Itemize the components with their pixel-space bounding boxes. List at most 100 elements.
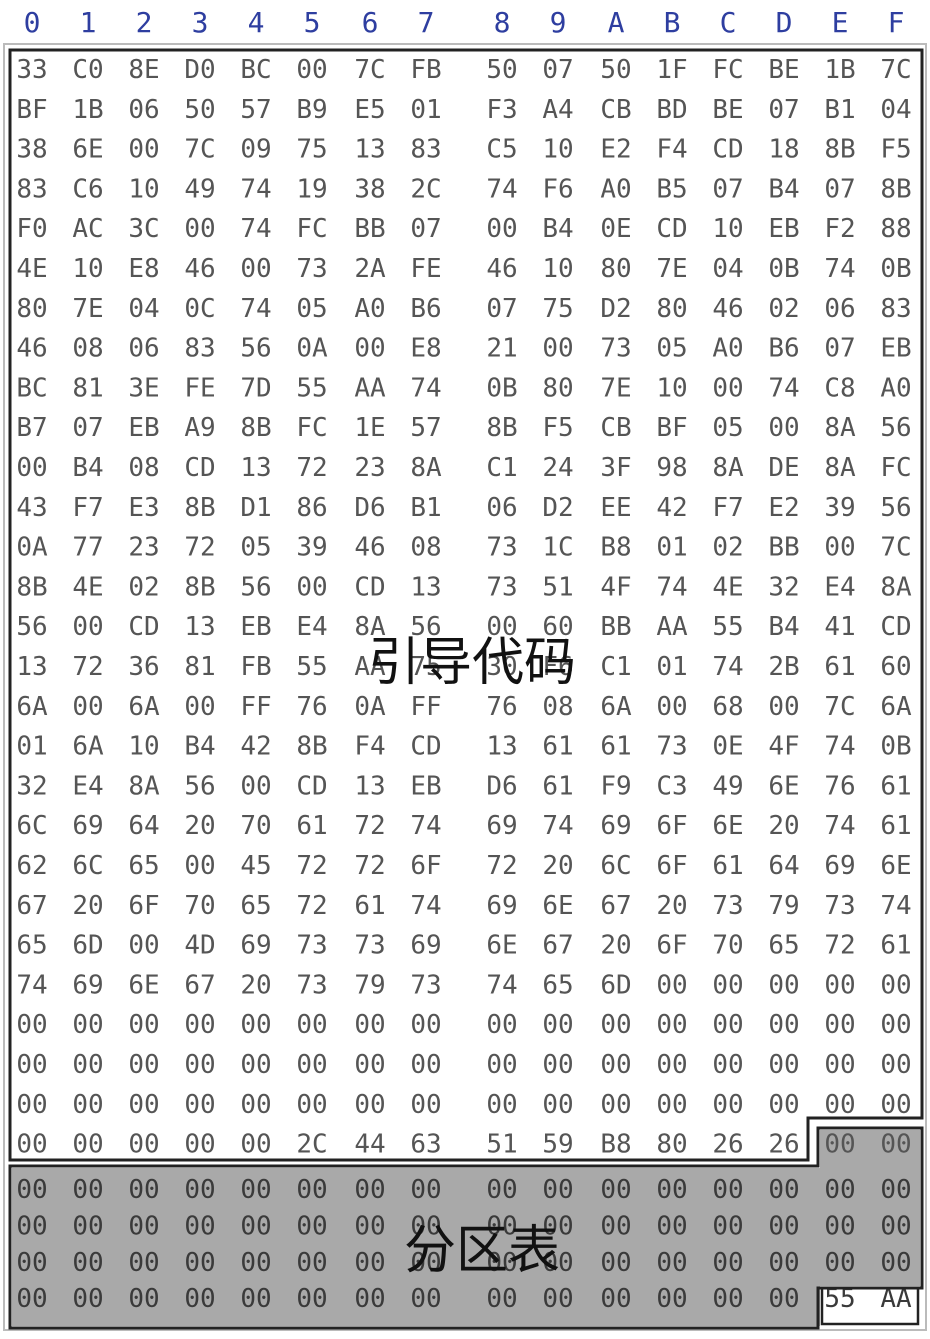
- col-header-5: 5: [304, 6, 321, 39]
- hex-byte: 4E: [712, 572, 743, 602]
- hex-byte: 79: [354, 970, 385, 1000]
- hex-byte: 20: [72, 891, 103, 921]
- hex-byte: 00: [768, 1248, 799, 1278]
- hex-byte: B4: [72, 453, 103, 483]
- hex-byte: 65: [128, 851, 159, 881]
- hex-byte: 13: [410, 572, 441, 602]
- hex-byte: 07: [542, 55, 573, 85]
- hex-byte: DE: [768, 453, 799, 483]
- hex-byte: 00: [128, 1284, 159, 1314]
- hex-byte: 50: [486, 55, 517, 85]
- hex-byte: 0B: [880, 732, 911, 762]
- hex-byte: D2: [600, 294, 631, 324]
- col-header-2: 2: [136, 6, 153, 39]
- hex-byte: F0: [16, 214, 47, 244]
- hex-byte: 6F: [656, 811, 687, 841]
- hex-byte: 56: [16, 612, 47, 642]
- hex-byte: 20: [240, 970, 271, 1000]
- boot-code-label: 引导代码: [368, 633, 576, 693]
- hex-byte: A0: [600, 174, 631, 204]
- hex-byte: 20: [184, 811, 215, 841]
- hex-byte: 00: [128, 1175, 159, 1205]
- hex-byte: 74: [824, 811, 855, 841]
- hex-byte: 10: [128, 732, 159, 762]
- hex-byte: 61: [600, 732, 631, 762]
- col-header-c: C: [720, 6, 737, 39]
- hex-byte: 69: [600, 811, 631, 841]
- hex-byte: 00: [296, 1090, 327, 1120]
- hex-byte: 59: [542, 1130, 573, 1160]
- hex-byte: 10: [542, 135, 573, 165]
- hex-byte: 00: [296, 1175, 327, 1205]
- hex-byte: 74: [656, 572, 687, 602]
- hex-byte: 72: [72, 652, 103, 682]
- hex-byte: 04: [712, 254, 743, 284]
- hex-byte: 00: [240, 1130, 271, 1160]
- hex-byte: 56: [240, 334, 271, 364]
- hex-byte: 02: [712, 533, 743, 563]
- hex-byte: 00: [296, 1284, 327, 1314]
- hex-byte: 70: [240, 811, 271, 841]
- hex-byte: 08: [128, 453, 159, 483]
- hex-byte: 00: [712, 1211, 743, 1241]
- hex-byte: FF: [240, 692, 271, 722]
- hex-byte: 4F: [600, 572, 631, 602]
- hex-byte: 00: [72, 612, 103, 642]
- hex-byte: 6C: [600, 851, 631, 881]
- hex-byte: BF: [16, 95, 47, 125]
- hex-byte: 69: [410, 931, 441, 961]
- hex-byte: 00: [768, 692, 799, 722]
- hex-byte: 67: [542, 931, 573, 961]
- hex-byte: 65: [16, 931, 47, 961]
- hex-byte: 73: [354, 931, 385, 961]
- hex-byte: 61: [542, 732, 573, 762]
- hex-byte: 69: [72, 970, 103, 1000]
- hex-byte: 00: [712, 1010, 743, 1040]
- hex-byte: 38: [16, 135, 47, 165]
- hex-byte: 00: [486, 1090, 517, 1120]
- column-header: 0 1 2 3 4 5 6 7 8 9 A B C D E F: [24, 6, 905, 39]
- hex-byte: 76: [486, 692, 517, 722]
- hex-byte: 1F: [656, 55, 687, 85]
- hex-byte: 00: [354, 1050, 385, 1080]
- hex-byte: 50: [184, 95, 215, 125]
- hex-byte: 8A: [824, 413, 856, 443]
- hex-byte: 00: [880, 1010, 911, 1040]
- hex-byte: C3: [656, 771, 687, 801]
- hex-byte: 80: [542, 373, 573, 403]
- hex-byte: 73: [600, 334, 631, 364]
- partition-table-label: 分区表: [404, 1221, 560, 1281]
- hex-byte: 7C: [880, 533, 911, 563]
- hex-byte: 00: [768, 413, 799, 443]
- hex-byte: 6F: [128, 891, 159, 921]
- hex-byte: 00: [486, 214, 517, 244]
- hex-byte: 7C: [880, 55, 911, 85]
- hex-byte: 07: [824, 334, 855, 364]
- col-header-6: 6: [362, 6, 379, 39]
- hex-byte: 76: [824, 771, 855, 801]
- hex-byte: 00: [128, 1248, 159, 1278]
- hex-byte: 0A: [296, 334, 328, 364]
- hex-byte: 00: [72, 1211, 103, 1241]
- hex-byte: C0: [72, 55, 103, 85]
- hex-byte: 81: [72, 373, 103, 403]
- hex-byte: 64: [128, 811, 159, 841]
- hex-byte: 00: [184, 1211, 215, 1241]
- hex-byte: 6E: [128, 970, 159, 1000]
- hex-byte: 00: [184, 1175, 215, 1205]
- hex-byte: 00: [542, 334, 573, 364]
- hex-byte: BC: [240, 55, 271, 85]
- hex-byte: 00: [768, 970, 799, 1000]
- hex-byte: 00: [184, 1050, 215, 1080]
- hex-byte: 00: [128, 931, 159, 961]
- hex-byte: 09: [240, 135, 271, 165]
- hex-byte: 6D: [72, 931, 103, 961]
- hex-byte: 00: [542, 1175, 573, 1205]
- hex-byte: 61: [296, 811, 327, 841]
- hex-byte: 73: [656, 732, 687, 762]
- hex-byte: 08: [542, 692, 573, 722]
- hex-byte: 00: [712, 373, 743, 403]
- hex-byte: 00: [880, 1050, 911, 1080]
- hex-byte: 6E: [712, 811, 743, 841]
- hex-byte: 3F: [600, 453, 631, 483]
